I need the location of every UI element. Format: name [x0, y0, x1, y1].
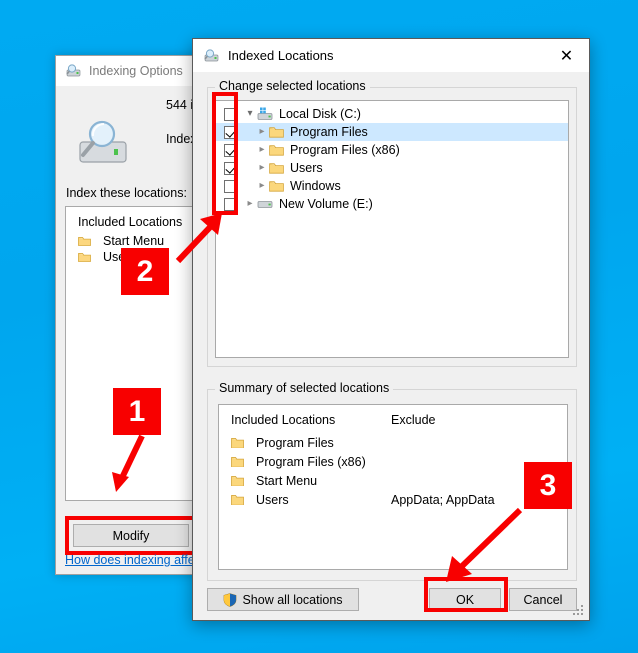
table-row[interactable]: Start Menu — [219, 471, 567, 490]
show-all-locations-button[interactable]: Show all locations — [207, 588, 359, 611]
locations-tree[interactable]: ▾ Local Disk (C:) ▸ Program Files ▸ Prog… — [215, 100, 569, 358]
summary-included-value: Start Menu — [256, 473, 318, 488]
modify-button[interactable]: Modify — [73, 524, 189, 547]
chevron-right-icon[interactable]: ▸ — [255, 127, 269, 137]
cancel-button[interactable]: Cancel — [509, 588, 577, 611]
summary-locations-label: Summary of selected locations — [215, 381, 394, 395]
drive-windows-icon — [257, 107, 273, 121]
summary-table-header: Included Locations Exclude — [219, 405, 567, 433]
summary-column-exclude: Exclude — [391, 413, 436, 427]
tree-checkbox[interactable] — [224, 107, 237, 121]
dialog-title: Indexed Locations — [228, 48, 334, 63]
callout-2: 2 — [121, 248, 169, 295]
tree-checkbox[interactable] — [224, 143, 237, 157]
chevron-down-icon[interactable]: ▾ — [243, 109, 257, 119]
folder-icon — [231, 456, 244, 467]
table-row[interactable]: Program Files — [219, 433, 567, 452]
folder-icon — [269, 126, 284, 139]
folder-icon — [269, 144, 284, 157]
tree-row-label: Windows — [290, 179, 341, 193]
callout-3: 3 — [524, 462, 572, 509]
summary-table[interactable]: Included Locations Exclude Program Files… — [218, 404, 568, 570]
tree-row[interactable]: ▸ Users — [216, 159, 568, 177]
index-locations-label: Index these locations: — [66, 186, 187, 200]
chevron-right-icon[interactable]: ▸ — [255, 163, 269, 173]
summary-column-included: Included Locations — [231, 413, 336, 427]
drive-icon — [257, 197, 273, 211]
change-selected-locations-group: Change selected locations ▾ Local Disk (… — [207, 79, 577, 367]
tree-row[interactable]: ▸ Windows — [216, 177, 568, 195]
tree-row-label: Program Files (x86) — [290, 143, 400, 157]
indexed-locations-dialog[interactable]: Indexed Locations ✕ Change selected loca… — [192, 38, 590, 621]
tree-checkbox[interactable] — [224, 179, 237, 193]
tree-checkbox[interactable] — [224, 161, 237, 175]
folder-icon — [269, 180, 284, 193]
tree-checkbox[interactable] — [224, 197, 237, 211]
summary-included-value: Program Files — [256, 435, 334, 450]
folder-icon — [78, 236, 91, 247]
ok-button[interactable]: OK — [429, 588, 501, 611]
table-row[interactable]: Users AppData; AppData — [219, 490, 567, 509]
folder-icon — [78, 252, 91, 263]
resize-grip[interactable] — [573, 605, 584, 616]
show-all-locations-label: Show all locations — [242, 592, 343, 607]
folder-icon — [269, 162, 284, 175]
modify-button-highlight: Modify — [65, 516, 197, 555]
tree-row-label: Program Files — [290, 125, 368, 139]
list-item-label: Start Menu — [103, 234, 165, 248]
dialog-titlebar[interactable]: Indexed Locations ✕ — [193, 39, 589, 72]
folder-icon — [231, 475, 244, 486]
chevron-right-icon[interactable]: ▸ — [243, 199, 257, 209]
dialog-footer: Show all locations OK Cancel — [193, 579, 589, 620]
close-icon[interactable]: ✕ — [544, 39, 589, 72]
indexing-options-icon — [65, 63, 82, 79]
tree-row-label: Users — [290, 161, 323, 175]
tree-row[interactable]: ▸ Program Files — [216, 123, 568, 141]
indexing-options-icon — [203, 48, 220, 64]
folder-icon — [231, 437, 244, 448]
summary-locations-group: Summary of selected locations Included L… — [207, 381, 577, 581]
change-selected-locations-label: Change selected locations — [215, 79, 370, 93]
uac-shield-icon — [223, 592, 237, 607]
tree-row[interactable]: ▸ New Volume (E:) — [216, 195, 568, 213]
indexing-options-title: Indexing Options — [89, 64, 183, 78]
tree-row-label: Local Disk (C:) — [279, 107, 361, 121]
folder-icon — [231, 494, 244, 505]
tree-row-label: New Volume (E:) — [279, 197, 373, 211]
summary-included-value: Program Files (x86) — [256, 454, 366, 469]
tree-checkbox[interactable] — [224, 125, 237, 139]
chevron-right-icon[interactable]: ▸ — [255, 181, 269, 191]
table-row[interactable]: Program Files (x86) — [219, 452, 567, 471]
summary-included-value: Users — [256, 492, 289, 507]
indexing-large-icon — [74, 118, 134, 170]
callout-1: 1 — [113, 388, 161, 435]
tree-row[interactable]: ▸ Program Files (x86) — [216, 141, 568, 159]
chevron-right-icon[interactable]: ▸ — [255, 145, 269, 155]
tree-row[interactable]: ▾ Local Disk (C:) — [216, 105, 568, 123]
